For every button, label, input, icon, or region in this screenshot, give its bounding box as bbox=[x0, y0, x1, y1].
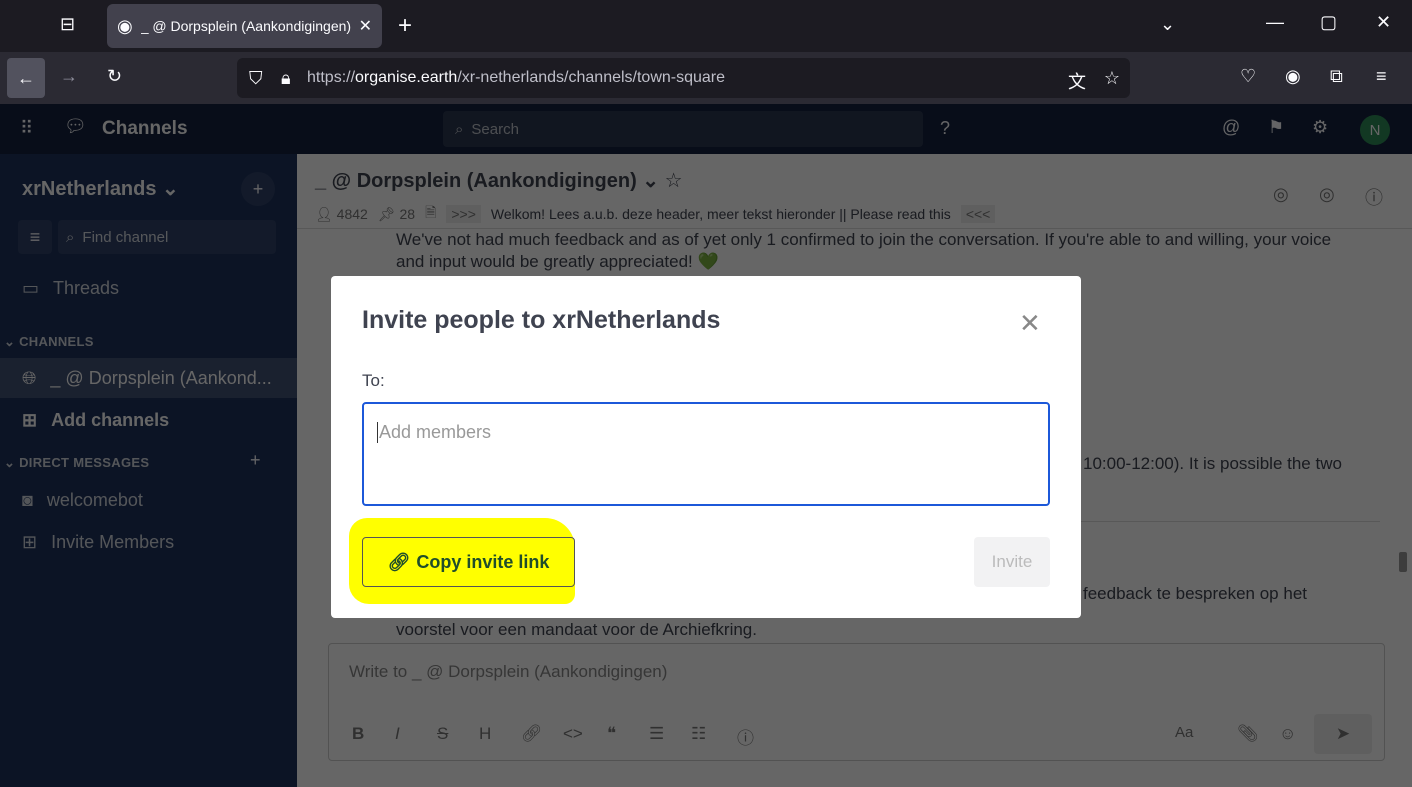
bookmark-star-icon[interactable]: ☆ bbox=[1104, 68, 1120, 89]
account-icon[interactable]: ◉ bbox=[1285, 66, 1301, 87]
filter-icon[interactable]: ≡ bbox=[18, 220, 52, 254]
message-text: feedback te bespreken op het bbox=[1083, 584, 1307, 603]
add-members-input[interactable]: Add members bbox=[362, 402, 1050, 506]
emoji-icon[interactable]: ☺ bbox=[1279, 724, 1296, 744]
close-icon[interactable]: ✕ bbox=[1019, 308, 1041, 339]
product-switcher-icon[interactable]: ⠿ bbox=[20, 118, 33, 139]
heading-icon[interactable]: H bbox=[479, 724, 491, 744]
help-icon[interactable]: ? bbox=[940, 118, 950, 139]
attachment-icon[interactable]: 📎︎ bbox=[1237, 724, 1259, 744]
shield-icon: ⛉ bbox=[249, 68, 263, 88]
message-divider bbox=[1057, 521, 1380, 522]
priority-icon[interactable]: ⓘ bbox=[737, 724, 754, 749]
message-text: voorstel voor een mandaat voor de Archie… bbox=[396, 620, 757, 639]
add-channels-button[interactable]: ⊞ Add channels bbox=[22, 410, 169, 431]
channel-header-info: 👤︎ 4842 📌︎ 28 🗎 >>> Welkom! Lees a.u.b. … bbox=[315, 202, 996, 226]
add-dm-icon[interactable]: + bbox=[250, 450, 261, 471]
extensions-icon[interactable]: ⧉ bbox=[1330, 66, 1343, 87]
menu-icon[interactable]: ≡ bbox=[1376, 66, 1387, 87]
channel-title[interactable]: _ @ Dorpsplein (Aankondigingen) ⌄ ☆ bbox=[315, 168, 683, 193]
link-icon[interactable]: 🔗︎ bbox=[521, 724, 543, 744]
maximize-icon[interactable]: ▢ bbox=[1320, 12, 1337, 33]
compass-icon[interactable]: ◎ bbox=[1273, 184, 1289, 205]
pocket-icon[interactable]: ♡ bbox=[1240, 66, 1256, 87]
italic-icon[interactable]: I bbox=[395, 724, 400, 744]
browser-tab-bar: ⊟ ◉ _ @ Dorpsplein (Aankondigingen) ✕ + … bbox=[0, 0, 1412, 52]
favorite-star-icon[interactable]: ☆ bbox=[665, 170, 683, 192]
globe-icon: 🌐︎ bbox=[22, 368, 37, 388]
channels-icon: 💬︎ bbox=[64, 116, 87, 136]
bullet-list-icon[interactable]: ☰ bbox=[649, 724, 664, 744]
search-input[interactable]: ⌕ Search bbox=[443, 111, 923, 147]
bot-avatar-icon: ◙ bbox=[22, 490, 33, 510]
info-icon[interactable]: ⓘ bbox=[1365, 184, 1383, 210]
close-tab-icon[interactable]: ✕ bbox=[359, 16, 372, 36]
copy-invite-link-button[interactable]: 🔗︎ Copy invite link bbox=[362, 537, 575, 587]
invite-button[interactable]: Invite bbox=[974, 537, 1050, 587]
send-button[interactable]: ➤ bbox=[1314, 714, 1372, 754]
close-window-icon[interactable]: ✕ bbox=[1376, 12, 1391, 33]
sidebar-item-dorpsplein[interactable]: 🌐︎ _ @ Dorpsplein (Aankond... bbox=[22, 368, 272, 389]
list-tabs-icon[interactable]: ⌄ bbox=[1160, 14, 1175, 35]
tab-overview-icon[interactable]: ⊟ bbox=[60, 14, 75, 35]
modal-title: Invite people to xrNetherlands bbox=[362, 306, 721, 334]
new-tab-icon[interactable]: + bbox=[398, 12, 412, 40]
search-icon: ⌕ bbox=[455, 120, 464, 138]
bold-icon[interactable]: B bbox=[352, 724, 364, 744]
search-icon: ⌕ bbox=[66, 228, 75, 246]
message-text: and input would be greatly appreciated! … bbox=[396, 252, 719, 271]
sidebar-item-threads[interactable]: ▭ Threads bbox=[22, 278, 119, 299]
files-icon[interactable]: 🗎 bbox=[425, 202, 436, 226]
code-icon[interactable]: <> bbox=[563, 724, 583, 744]
lock-icon: 🔒︎ bbox=[281, 68, 291, 88]
product-name: Channels bbox=[102, 118, 188, 139]
invite-members-button[interactable]: ⊞ Invite Members bbox=[22, 532, 174, 553]
mentions-icon[interactable]: @ bbox=[1222, 117, 1240, 138]
back-icon[interactable]: ← bbox=[7, 58, 45, 98]
team-menu[interactable]: xrNetherlands ⌄ bbox=[22, 176, 179, 201]
minimize-icon[interactable]: — bbox=[1266, 12, 1284, 33]
strikethrough-icon[interactable]: S bbox=[437, 724, 448, 744]
plus-box-icon: ⊞ bbox=[22, 532, 38, 552]
sidebar: xrNetherlands ⌄ + ≡ ⌕ Find channel ▭ Threa… bbox=[0, 154, 297, 787]
global-header: ⠿ 💬︎ Channels ⌕ Search ? @ ⚑ ⚙ N bbox=[0, 104, 1412, 154]
browser-tab[interactable]: ◉ _ @ Dorpsplein (Aankondigingen) ✕ bbox=[107, 4, 382, 48]
find-channel-input[interactable]: ⌕ Find channel bbox=[58, 220, 276, 254]
invite-modal: Invite people to xrNetherlands ✕ To: Add… bbox=[331, 276, 1081, 618]
members-icon[interactable]: 👤︎ 4842 bbox=[315, 206, 368, 223]
link-icon: 🔗︎ bbox=[387, 551, 411, 572]
translate-icon[interactable]: 文 bbox=[1068, 68, 1086, 94]
to-label: To: bbox=[362, 371, 385, 390]
quote-icon[interactable]: ❝ bbox=[607, 724, 616, 744]
plus-box-icon: ⊞ bbox=[22, 410, 38, 430]
browser-nav-bar: ← → ↻ ⛉ 🔒︎ https://organise.earth/xr-net… bbox=[0, 52, 1412, 104]
favicon-icon: ◉ bbox=[117, 15, 133, 36]
scrollbar[interactable] bbox=[1399, 552, 1407, 572]
forward-icon[interactable]: → bbox=[60, 66, 78, 87]
target-icon[interactable]: ◎ bbox=[1319, 184, 1335, 205]
add-icon[interactable]: + bbox=[241, 172, 275, 206]
settings-gear-icon[interactable]: ⚙ bbox=[1312, 117, 1328, 138]
numbered-list-icon[interactable]: ☷ bbox=[691, 724, 706, 744]
formatting-toggle[interactable]: Aa bbox=[1175, 724, 1193, 741]
channels-header[interactable]: ⌄ CHANNELS bbox=[4, 334, 94, 350]
avatar[interactable]: N bbox=[1360, 115, 1390, 145]
threads-icon: ▭ bbox=[22, 278, 40, 298]
message-text: We've not had much feedback and as of ye… bbox=[396, 230, 1332, 249]
reload-icon[interactable]: ↻ bbox=[107, 66, 122, 87]
pin-icon[interactable]: 📌︎ 28 bbox=[378, 206, 415, 223]
sidebar-item-welcomebot[interactable]: ◙ welcomebot bbox=[22, 490, 143, 511]
header-divider bbox=[297, 228, 1412, 229]
url-bar[interactable]: ⛉ 🔒︎ https://organise.earth/xr-netherlan… bbox=[237, 58, 1130, 98]
saved-icon[interactable]: ⚑ bbox=[1268, 117, 1284, 138]
message-text: 10:00-12:00). It is possible the two bbox=[1083, 454, 1342, 473]
dm-header[interactable]: ⌄ DIRECT MESSAGES bbox=[4, 455, 149, 471]
